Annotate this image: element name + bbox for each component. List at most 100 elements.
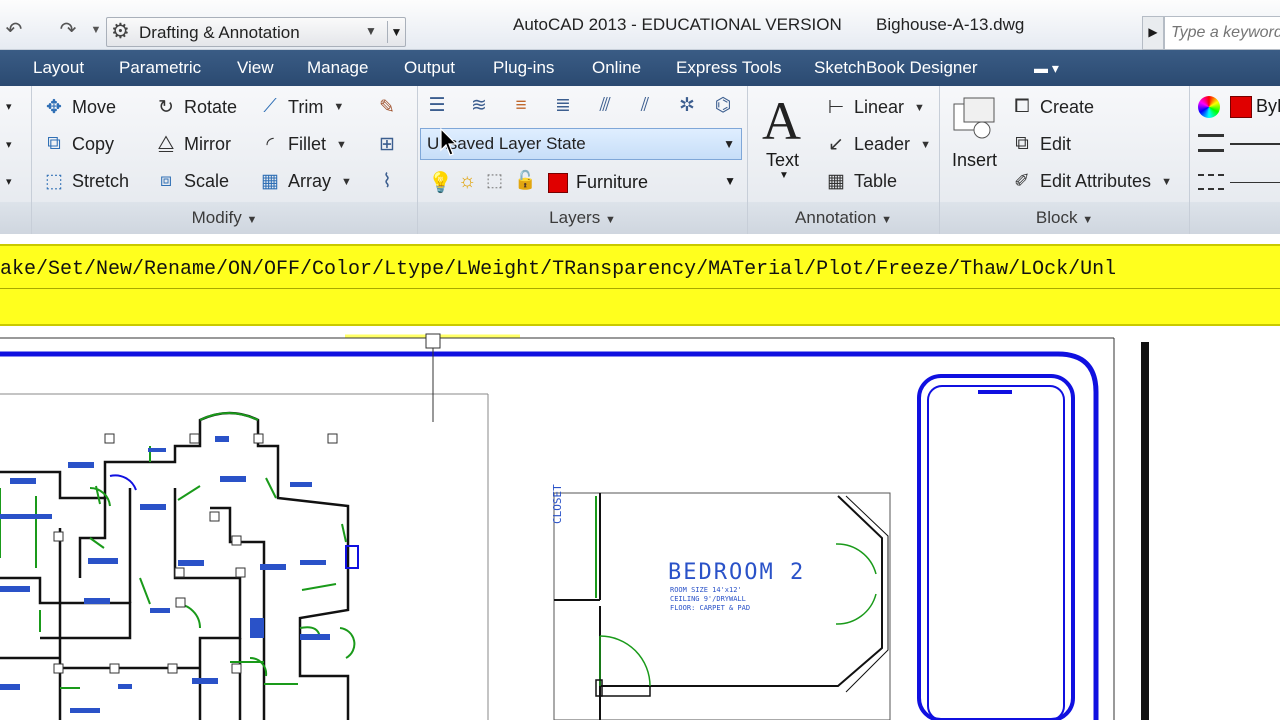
stretch-button[interactable]: ⬚ Stretch <box>42 170 129 193</box>
chevron-down-icon[interactable]: ▼ <box>336 139 347 151</box>
table-button[interactable]: ▦ Table <box>824 170 897 193</box>
fillet-button[interactable]: ◜ Fillet ▼ <box>258 133 347 156</box>
properties-panel: ByL <box>1190 86 1280 234</box>
insert-block-icon[interactable] <box>952 96 996 140</box>
sun-icon[interactable]: ☼ <box>458 170 476 193</box>
brush-icon[interactable]: ✎ <box>372 94 402 122</box>
trim-label: Trim <box>288 96 324 117</box>
layer-match-icon[interactable]: ≡ <box>506 92 536 120</box>
create-block-button[interactable]: ⧠ Create <box>1010 96 1094 118</box>
layer-unisolate-icon[interactable]: ⫽ <box>630 92 660 120</box>
edit-block-button[interactable]: ⧉ Edit <box>1010 133 1071 155</box>
leader-button[interactable]: ↙ Leader ▼ <box>824 133 931 156</box>
chevron-down-icon[interactable]: ▾ <box>6 175 12 188</box>
panel-title-modify[interactable]: Modify ▼ <box>32 202 417 234</box>
annotation-panel: A Text ▼ ⊢ Linear ▼ ↙ Leader ▼ ▦ Table Annota… <box>748 86 940 234</box>
tab-express-tools[interactable]: Express Tools <box>676 58 782 78</box>
offset-icon[interactable]: ⊞ <box>372 131 402 159</box>
linetype-icon[interactable] <box>1198 174 1224 190</box>
chevron-down-icon[interactable]: ▼ <box>333 101 344 113</box>
workspace-selector[interactable]: ⚙ Drafting & Annotation ▼ ▼ <box>106 17 406 47</box>
ribbon-minimize-icon[interactable]: ▬ ▾ <box>1034 60 1059 77</box>
join-icon[interactable]: ⌇ <box>372 168 402 196</box>
move-label: Move <box>72 97 117 117</box>
leader-icon: ↙ <box>828 134 844 155</box>
linear-dimension-icon: ⊢ <box>827 97 845 118</box>
edit-block-icon: ⧉ <box>1015 133 1029 154</box>
chevron-down-icon[interactable]: ▼ <box>779 170 789 181</box>
copy-button[interactable]: ⧉ Copy <box>42 133 114 155</box>
layer-properties-icon[interactable]: ☰ <box>422 92 452 120</box>
chevron-down-icon[interactable]: ▼ <box>1161 176 1172 188</box>
chevron-down-icon[interactable]: ▾ <box>6 138 12 151</box>
trim-button[interactable]: ⟋ Trim ▼ <box>258 96 344 118</box>
color-wheel-icon[interactable] <box>1198 96 1220 118</box>
ceiling-text: CEILING 9'/DRYWALL <box>670 595 746 603</box>
chevron-down-icon[interactable]: ▾ <box>6 100 12 113</box>
unlock-icon[interactable]: 🔓 <box>514 170 536 191</box>
draw-panel-edge: ▾ ▾ ▾ <box>0 86 32 234</box>
panel-title-layers[interactable]: Layers ▼ <box>418 202 747 234</box>
command-input-divider <box>0 288 1280 289</box>
scale-button[interactable]: ⧈ Scale <box>154 170 229 192</box>
block-title: Block <box>1035 208 1078 227</box>
layer-state-dropdown[interactable]: Unsaved Layer State ▼ <box>420 128 742 160</box>
expand-search-icon[interactable]: ▶ <box>1142 16 1164 50</box>
panel-title-block[interactable]: Block ▼ <box>940 202 1189 234</box>
stretch-label: Stretch <box>72 171 130 191</box>
table-label: Table <box>854 171 898 191</box>
mirror-button[interactable]: ⧋ Mirror <box>154 133 231 155</box>
tab-sketchbook-designer[interactable]: SketchBook Designer <box>814 58 977 78</box>
layer-dropdown[interactable]: 💡 ☼ ⬚ 🔓 Furniture ▼ <box>420 168 742 198</box>
leader-label: Leader <box>854 134 911 154</box>
tab-plug-ins[interactable]: Plug-ins <box>493 58 554 78</box>
file-title: Bighouse-A-13.dwg <box>876 15 1025 34</box>
block-panel: Insert ⧠ Create ⧉ Edit ✐ Edit Attributes ▼ B… <box>940 86 1190 234</box>
move-button[interactable]: ✥ Move <box>42 96 116 119</box>
lineweight-icon[interactable] <box>1198 134 1224 152</box>
lightbulb-icon[interactable]: 💡 <box>428 170 453 195</box>
chevron-down-icon: ▼ <box>724 174 736 188</box>
floor-text: FLOOR: CARPET & PAD <box>670 604 751 612</box>
undo-icon[interactable]: ↶ <box>0 17 28 43</box>
tab-manage[interactable]: Manage <box>307 58 368 78</box>
tab-online[interactable]: Online <box>592 58 641 78</box>
rotate-button[interactable]: ↻ Rotate <box>154 96 237 119</box>
modify-title: Modify <box>191 208 242 227</box>
panel-title-annotation[interactable]: Annotation ▼ <box>748 202 939 234</box>
chevron-down-icon[interactable]: ▼ <box>914 102 925 114</box>
chevron-down-icon: ▼ <box>1082 214 1094 226</box>
panel-title-properties[interactable] <box>1190 202 1280 234</box>
color-swatch <box>1230 96 1252 118</box>
viewport-freeze-icon[interactable]: ⬚ <box>486 170 503 191</box>
linetype-dropdown[interactable] <box>1230 182 1280 183</box>
color-dropdown[interactable]: ByL <box>1256 96 1280 117</box>
edit-attributes-button[interactable]: ✐ Edit Attributes ▼ <box>1010 170 1172 193</box>
trim-icon: ⟋ <box>263 96 277 117</box>
insert-button[interactable]: Insert <box>952 150 997 171</box>
chevron-down-icon[interactable]: ▼ <box>920 139 931 151</box>
panel-title-draw[interactable] <box>0 202 31 234</box>
text-icon[interactable]: A <box>762 90 801 152</box>
tab-output[interactable]: Output <box>404 58 455 78</box>
text-button[interactable]: Text <box>766 150 799 171</box>
tab-layout[interactable]: Layout <box>33 58 84 78</box>
layer-off-icon[interactable]: ⌬ <box>708 92 738 120</box>
layer-freeze-icon[interactable]: ✲ <box>672 92 702 120</box>
lineweight-dropdown[interactable] <box>1230 143 1280 145</box>
redo-icon[interactable]: ↷ <box>54 17 82 43</box>
drawing-canvas[interactable]: BEDROOM 2 ROOM SIZE 14'x12' CEILING 9'/D… <box>0 328 1280 720</box>
linear-button[interactable]: ⊢ Linear ▼ <box>824 96 925 119</box>
quick-access-menu-icon[interactable]: ▼ <box>387 21 405 43</box>
layer-isolate-icon[interactable]: ⫻ <box>590 92 620 120</box>
tab-parametric[interactable]: Parametric <box>119 58 201 78</box>
layer-previous-icon[interactable]: ≣ <box>548 92 578 120</box>
layer-stack-icon[interactable]: ≋ <box>464 92 494 120</box>
layer-color-swatch <box>548 173 568 193</box>
array-button[interactable]: ▦ Array ▼ <box>258 170 352 193</box>
command-line[interactable]: ake/Set/New/Rename/ON/OFF/Color/Ltype/LW… <box>0 244 1280 326</box>
copy-label: Copy <box>72 133 115 154</box>
tab-view[interactable]: View <box>237 58 274 78</box>
search-input[interactable] <box>1164 16 1280 50</box>
chevron-down-icon[interactable]: ▼ <box>341 176 352 188</box>
